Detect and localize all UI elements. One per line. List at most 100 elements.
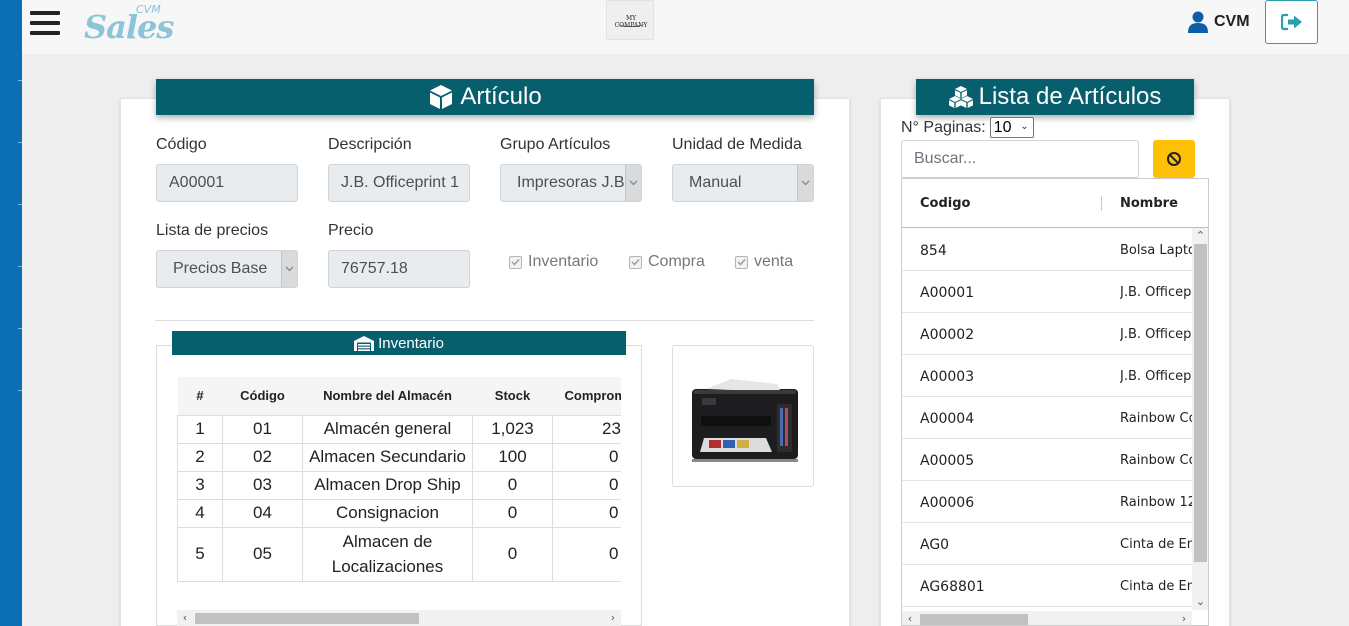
- user-menu[interactable]: CVM: [1188, 10, 1250, 34]
- table-cell: Consignacion: [302, 498, 473, 528]
- table-cell: 5: [177, 526, 223, 582]
- table-row[interactable]: 5 05 Almacen de Localizaciones 0 0: [177, 526, 621, 582]
- grupo-label: Grupo Artículos: [500, 136, 611, 153]
- inventory-horizontal-scrollbar[interactable]: ‹ ›: [177, 610, 621, 626]
- table-cell: 0: [552, 526, 621, 582]
- lista-precios-select[interactable]: Precios Base: [156, 250, 298, 288]
- venta-checkbox-label: venta: [754, 253, 794, 270]
- item-code: A00003: [920, 369, 975, 385]
- list-item[interactable]: A00002 J.B. Officeprint: [902, 313, 1192, 355]
- article-title-bar: Artículo: [156, 79, 814, 115]
- scroll-up-icon[interactable]: ⌃: [1192, 228, 1208, 244]
- table-cell: 2: [177, 442, 223, 472]
- item-name: J.B. Officeprint: [1120, 327, 1192, 342]
- inventario-checkbox[interactable]: Inventario: [509, 253, 598, 271]
- scroll-right-icon[interactable]: ›: [1176, 611, 1192, 625]
- unidad-select[interactable]: Manual: [672, 164, 814, 202]
- cube-icon: [430, 85, 453, 109]
- user-icon: [1188, 11, 1208, 33]
- list-item[interactable]: A00004 Rainbow Color: [902, 397, 1192, 439]
- table-cell: 01: [222, 414, 303, 444]
- item-code: A00002: [920, 327, 975, 343]
- article-title: Artículo: [460, 83, 542, 110]
- company-logo: MY COMPANY: [606, 0, 654, 40]
- scroll-left-icon[interactable]: ‹: [177, 610, 193, 626]
- precio-label: Precio: [328, 222, 374, 239]
- scroll-left-icon[interactable]: ‹: [902, 611, 918, 625]
- list-item[interactable]: AG0 Cinta de Empaque: [902, 523, 1192, 565]
- table-cell: 05: [222, 526, 303, 582]
- brand-sup: CVM: [136, 3, 161, 16]
- printer-image: [692, 379, 798, 462]
- list-title: Lista de Artículos: [978, 83, 1162, 110]
- item-name: J.B. Officeprint: [1120, 369, 1192, 384]
- grupo-select[interactable]: Impresoras J.B.: [500, 164, 642, 202]
- list-item[interactable]: A00003 J.B. Officeprint: [902, 355, 1192, 397]
- item-name: Cinta de Empaque: [1120, 537, 1192, 552]
- item-name: Cinta de Empaque: [1120, 579, 1192, 594]
- table-cell: Almacén general: [302, 414, 473, 444]
- table-cell: 02: [222, 442, 303, 472]
- hamburger-icon[interactable]: [30, 11, 60, 39]
- list-item[interactable]: A00006 Rainbow 1200: [902, 481, 1192, 523]
- grid-horizontal-scrollbar[interactable]: ‹ ›: [902, 611, 1192, 625]
- table-cell: 4: [177, 498, 223, 528]
- item-code: AG0: [920, 537, 950, 553]
- table-cell: 1,023: [472, 414, 553, 444]
- table-cell: 0: [472, 526, 553, 582]
- inventory-col-header[interactable]: Código: [222, 377, 303, 416]
- search-input[interactable]: Buscar...: [901, 140, 1139, 178]
- grid-vertical-scrollbar[interactable]: ⌃ ⌄: [1192, 228, 1208, 610]
- item-name: J.B. Officeprint: [1120, 285, 1192, 300]
- pages-select[interactable]: 10 ⌄: [989, 117, 1034, 138]
- table-row[interactable]: 4 04 Consignacion 0 0: [177, 498, 621, 528]
- list-item[interactable]: A00001 J.B. Officeprint: [902, 271, 1192, 313]
- precio-field[interactable]: 76757.18: [328, 250, 470, 288]
- list-item[interactable]: AG68801 Cinta de Empaque: [902, 565, 1192, 607]
- table-cell: Almacen Drop Ship: [302, 470, 473, 500]
- brand-logo[interactable]: Sales CVM: [84, 2, 174, 46]
- inventory-col-header[interactable]: Stock: [472, 377, 553, 416]
- left-rail: [0, 0, 22, 626]
- divider: [155, 320, 814, 321]
- logout-button[interactable]: [1265, 0, 1318, 44]
- inventory-col-header[interactable]: Nombre del Almacén: [302, 377, 473, 416]
- item-name: Rainbow Color: [1120, 411, 1192, 426]
- scroll-thumb[interactable]: [1194, 244, 1207, 562]
- articles-grid: Codigo Nombre 854 Bolsa Laptop A00001 J.…: [901, 178, 1209, 626]
- list-item[interactable]: 854 Bolsa Laptop: [902, 229, 1192, 271]
- inventory-col-header[interactable]: #: [177, 377, 223, 416]
- compra-checkbox[interactable]: Compra: [629, 253, 705, 271]
- table-cell: 0: [552, 442, 621, 472]
- table-cell: 1: [177, 414, 223, 444]
- pages-control: N° Paginas: 10 ⌄: [901, 117, 1034, 138]
- scroll-thumb[interactable]: [920, 614, 1028, 625]
- venta-checkbox[interactable]: venta: [735, 253, 793, 271]
- chevron-down-icon: [797, 165, 813, 201]
- scroll-right-icon[interactable]: ›: [605, 610, 621, 626]
- item-name: Rainbow Color: [1120, 453, 1192, 468]
- grid-header-nombre[interactable]: Nombre: [1120, 196, 1178, 211]
- list-item[interactable]: A00005 Rainbow Color: [902, 439, 1192, 481]
- table-cell: 3: [177, 470, 223, 500]
- table-cell: 04: [222, 498, 303, 528]
- table-row[interactable]: 2 02 Almacen Secundario 100 0: [177, 442, 621, 472]
- clear-search-button[interactable]: [1153, 140, 1195, 178]
- grid-header-codigo[interactable]: Codigo: [920, 196, 970, 211]
- codigo-field[interactable]: A00001: [156, 164, 298, 202]
- sign-out-icon: [1280, 13, 1302, 31]
- product-image: [672, 345, 814, 487]
- table-cell: 0: [472, 498, 553, 528]
- descripcion-field[interactable]: J.B. Officeprint 1: [328, 164, 470, 202]
- scroll-thumb[interactable]: [195, 613, 419, 624]
- scroll-down-icon[interactable]: ⌄: [1192, 594, 1208, 610]
- inventory-table-scroll[interactable]: # Código Nombre del Almacén Stock Compro…: [177, 377, 621, 590]
- ban-icon: [1167, 152, 1181, 166]
- item-code: A00006: [920, 495, 975, 511]
- table-row[interactable]: 3 03 Almacen Drop Ship 0 0: [177, 470, 621, 500]
- table-row[interactable]: 1 01 Almacén general 1,023 23: [177, 414, 621, 444]
- pages-label: N° Paginas:: [901, 118, 986, 136]
- inventory-col-header[interactable]: Comprometido: [552, 377, 621, 416]
- chevron-down-icon: [625, 165, 641, 201]
- list-title-bar: Lista de Artículos: [916, 79, 1194, 115]
